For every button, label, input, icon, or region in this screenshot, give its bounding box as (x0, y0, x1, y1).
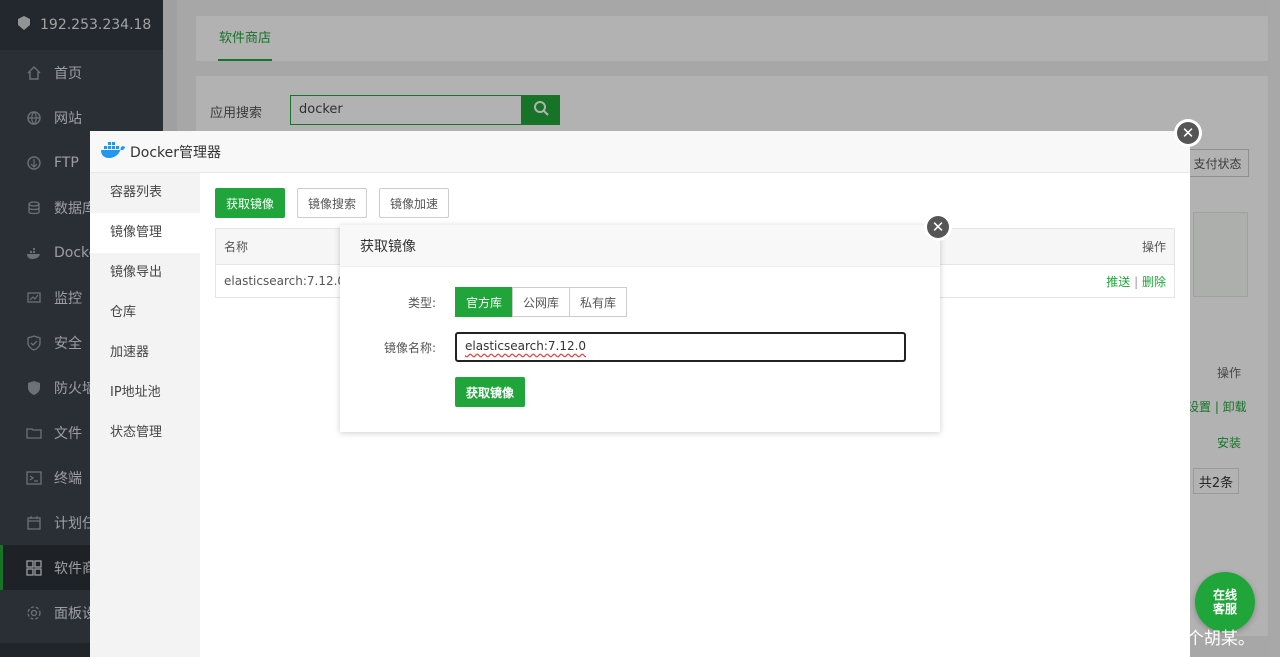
image-search-button[interactable]: 镜像搜索 (297, 188, 368, 218)
image-name-input[interactable]: elasticsearch:7.12.0 (455, 332, 906, 362)
get-image-dialog: 获取镜像 类型: 官方库 公网库 私有库 镜像名称: elasticsearch… (340, 225, 940, 432)
get-image-close-button[interactable]: ✕ (924, 213, 952, 241)
type-official[interactable]: 官方库 (455, 287, 514, 317)
close-icon: ✕ (1177, 122, 1199, 144)
docker-close-button[interactable]: ✕ (1174, 119, 1202, 147)
chat-line1: 在线 (1212, 588, 1237, 602)
docker-menu: 容器列表 镜像管理 镜像导出 仓库 加速器 IP地址池 状态管理 (90, 173, 200, 657)
image-accelerate-button[interactable]: 镜像加速 (379, 188, 450, 218)
dialog-header: Docker管理器 (90, 131, 1190, 173)
type-private[interactable]: 私有库 (569, 287, 628, 317)
menu-accelerator[interactable]: 加速器 (90, 333, 200, 373)
chat-line2: 客服 (1212, 602, 1237, 616)
menu-container-list[interactable]: 容器列表 (90, 173, 200, 213)
menu-image-export[interactable]: 镜像导出 (90, 253, 200, 293)
pull-image-button[interactable]: 获取镜像 (215, 188, 286, 218)
delete-link[interactable]: 删除 (1142, 275, 1166, 289)
watermark: CSDN @她的那个胡某。 (1065, 629, 1255, 649)
submit-pull-button[interactable]: 获取镜像 (455, 377, 526, 407)
type-selector: 官方库 公网库 私有库 (455, 287, 628, 317)
menu-repository[interactable]: 仓库 (90, 293, 200, 333)
dialog-title: Docker管理器 (130, 144, 222, 161)
type-label: 类型: (407, 295, 436, 310)
online-support-button[interactable]: 在线 客服 (1195, 572, 1255, 632)
get-image-header: 获取镜像 (340, 225, 940, 267)
push-link[interactable]: 推送 (1106, 275, 1130, 289)
menu-status[interactable]: 状态管理 (90, 413, 200, 453)
menu-image-manage[interactable]: 镜像管理 (90, 213, 200, 253)
docker-logo-icon (100, 140, 126, 164)
type-public[interactable]: 公网库 (512, 287, 571, 317)
image-name-value: elasticsearch:7.12.0 (465, 339, 587, 353)
menu-ip-pool[interactable]: IP地址池 (90, 373, 200, 413)
close-icon: ✕ (927, 216, 949, 238)
image-name-label: 镜像名称: (383, 340, 436, 355)
